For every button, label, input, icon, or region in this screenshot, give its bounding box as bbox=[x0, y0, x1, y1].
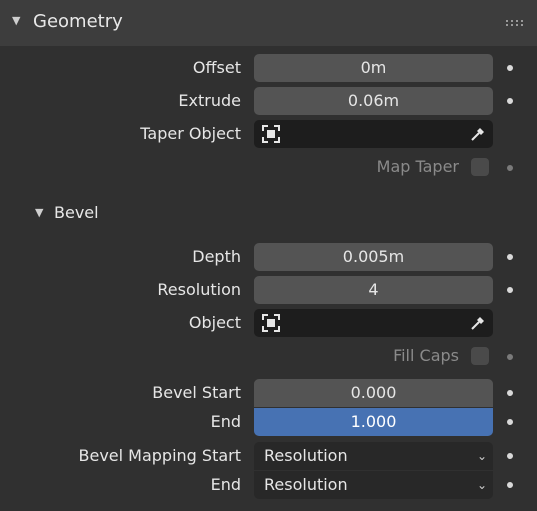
panel-title: Geometry bbox=[33, 11, 123, 32]
map-taper-label: Map Taper bbox=[376, 157, 459, 176]
subpanel-title: Bevel bbox=[54, 203, 99, 222]
offset-field[interactable]: 0m bbox=[254, 54, 493, 82]
depth-row: Depth 0.005m bbox=[0, 243, 537, 273]
depth-label: Depth bbox=[192, 247, 241, 266]
bevel-start-label: Bevel Start bbox=[152, 383, 241, 402]
bevel-end-row: End 1.000 bbox=[0, 408, 537, 438]
bevel-mapping-start-select[interactable]: Resolution ⌄ bbox=[254, 442, 493, 470]
bevel-mapping-start-label: Bevel Mapping Start bbox=[78, 446, 242, 465]
bevel-object-label: Object bbox=[188, 313, 241, 332]
offset-row: Offset 0m bbox=[0, 54, 537, 84]
animate-dot-icon[interactable] bbox=[507, 419, 513, 425]
resolution-label: Resolution bbox=[157, 280, 241, 299]
taper-object-row: Taper Object bbox=[0, 120, 537, 150]
animate-dot-icon[interactable] bbox=[507, 482, 513, 488]
bevel-end-field[interactable]: 1.000 bbox=[254, 408, 493, 436]
animate-dot-icon[interactable] bbox=[507, 254, 513, 260]
taper-object-field[interactable] bbox=[254, 120, 493, 148]
bevel-mapping-end-row: End Resolution ⌄ bbox=[0, 471, 537, 501]
bevel-start-row: Bevel Start 0.000 bbox=[0, 379, 537, 409]
animate-dot-icon[interactable] bbox=[507, 354, 513, 360]
chevron-down-icon: ⌄ bbox=[476, 478, 487, 492]
bevel-mapping-end-select[interactable]: Resolution ⌄ bbox=[254, 471, 493, 499]
bevel-start-field[interactable]: 0.000 bbox=[254, 379, 493, 407]
resolution-field[interactable]: 4 bbox=[254, 276, 493, 304]
animate-dot-icon[interactable] bbox=[507, 98, 513, 104]
select-value: Resolution bbox=[264, 446, 348, 465]
bevel-object-field[interactable] bbox=[254, 309, 493, 337]
depth-field[interactable]: 0.005m bbox=[254, 243, 493, 271]
bevel-mapping-end-label: End bbox=[210, 475, 241, 494]
bevel-object-row: Object bbox=[0, 309, 537, 339]
eyedropper-icon[interactable] bbox=[469, 125, 487, 143]
fill-caps-checkbox[interactable] bbox=[471, 347, 489, 365]
resolution-row: Resolution 4 bbox=[0, 276, 537, 306]
collapse-triangle-icon: ▼ bbox=[12, 14, 21, 27]
collapse-triangle-icon: ▼ bbox=[35, 206, 44, 219]
map-taper-row: Map Taper bbox=[0, 154, 537, 184]
object-icon bbox=[262, 125, 280, 143]
offset-label: Offset bbox=[192, 58, 241, 77]
extrude-field[interactable]: 0.06m bbox=[254, 87, 493, 115]
drag-grip-icon[interactable] bbox=[506, 20, 523, 26]
bevel-subpanel-header[interactable]: ▼ Bevel bbox=[0, 195, 537, 231]
bevel-mapping-start-row: Bevel Mapping Start Resolution ⌄ bbox=[0, 442, 537, 472]
extrude-label: Extrude bbox=[178, 91, 241, 110]
map-taper-checkbox[interactable] bbox=[471, 158, 489, 176]
animate-dot-icon[interactable] bbox=[507, 65, 513, 71]
fill-caps-label: Fill Caps bbox=[393, 346, 459, 365]
animate-dot-icon[interactable] bbox=[507, 390, 513, 396]
extrude-row: Extrude 0.06m bbox=[0, 87, 537, 117]
animate-dot-icon[interactable] bbox=[507, 453, 513, 459]
bevel-end-label: End bbox=[210, 412, 241, 431]
fill-caps-row: Fill Caps bbox=[0, 343, 537, 373]
object-icon bbox=[262, 314, 280, 332]
taper-object-label: Taper Object bbox=[140, 124, 241, 143]
geometry-panel-header[interactable]: ▼ Geometry bbox=[0, 0, 537, 46]
animate-dot-icon[interactable] bbox=[507, 165, 513, 171]
select-value: Resolution bbox=[264, 475, 348, 494]
eyedropper-icon[interactable] bbox=[469, 314, 487, 332]
chevron-down-icon: ⌄ bbox=[476, 449, 487, 463]
animate-dot-icon[interactable] bbox=[507, 287, 513, 293]
